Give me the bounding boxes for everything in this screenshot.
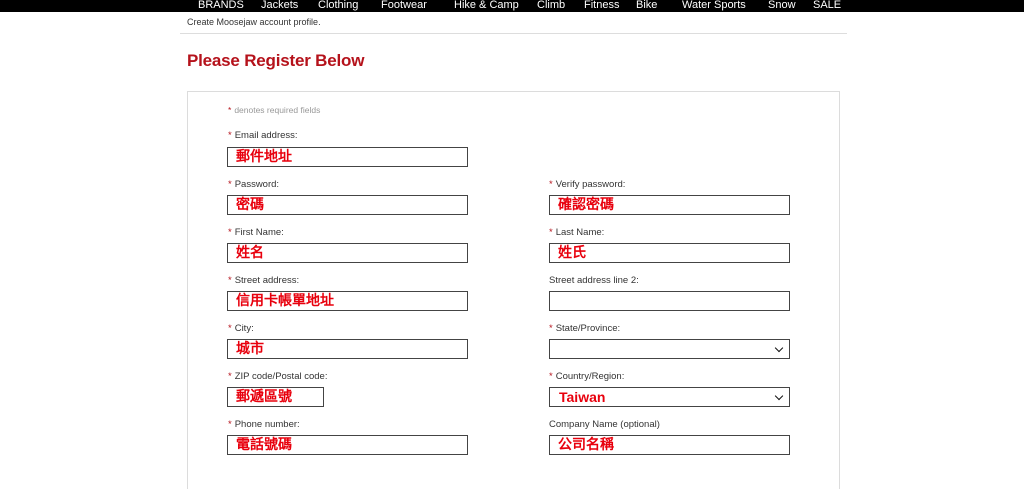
state-province-label: * State/Province: [549,323,620,334]
country-region-label-text: Country/Region: [555,371,625,382]
street-address-field[interactable] [227,291,468,311]
company-name-field[interactable] [549,435,790,455]
state-province-select[interactable] [549,339,790,359]
country-region-select[interactable]: Taiwan [549,387,790,407]
verify-password-label: * Verify password: [549,179,625,190]
zip-code-field[interactable] [227,387,324,407]
email-label-text: Email address: [234,130,298,141]
required-fields-note: * denotes required fields [228,105,320,115]
nav-clothing[interactable]: Clothing [318,0,358,11]
last-name-label-text: Last Name: [555,227,605,238]
header-divider [180,33,847,34]
first-name-label: * First Name: [228,227,284,238]
first-name-label-text: First Name: [234,227,284,238]
zip-code-label-text: ZIP code/Postal code: [234,371,328,382]
nav-hike-camp[interactable]: Hike & Camp [454,0,519,11]
email-label: * Email address: [228,130,298,141]
required-star: * [228,275,232,286]
nav-sale[interactable]: SALE [813,0,841,11]
state-province-label-text: State/Province: [555,323,621,334]
password-label: * Password: [228,179,279,190]
country-region-label: * Country/Region: [549,371,624,382]
verify-password-field[interactable] [549,195,790,215]
required-star: * [228,371,232,382]
nav-brands[interactable]: BRANDS [198,0,244,11]
required-star: * [228,323,232,334]
street-address-label: * Street address: [228,275,299,286]
nav-jackets[interactable]: Jackets [261,0,298,11]
phone-number-field[interactable] [227,435,468,455]
required-star: * [228,105,232,115]
required-note-text: denotes required fields [234,105,321,115]
street-address-2-label: Street address line 2: [549,275,639,286]
required-star: * [228,179,232,190]
city-field[interactable] [227,339,468,359]
breadcrumb: Create Moosejaw account profile. [187,17,321,27]
email-field[interactable] [227,147,468,167]
zip-code-label: * ZIP code/Postal code: [228,371,327,382]
required-star: * [228,130,232,141]
nav-snow[interactable]: Snow [768,0,796,11]
required-star: * [549,371,553,382]
required-star: * [549,323,553,334]
city-label-text: City: [234,323,254,334]
required-star: * [228,419,232,430]
nav-bike[interactable]: Bike [636,0,657,11]
required-star: * [228,227,232,238]
street-address-label-text: Street address: [234,275,300,286]
required-star: * [549,179,553,190]
top-nav-bar: BRANDS Jackets Clothing Footwear Hike & … [0,0,1024,12]
nav-water-sports[interactable]: Water Sports [682,0,746,11]
phone-number-label-text: Phone number: [234,419,300,430]
password-label-text: Password: [234,179,280,190]
nav-fitness[interactable]: Fitness [584,0,619,11]
street-address-2-field[interactable] [549,291,790,311]
last-name-label: * Last Name: [549,227,604,238]
password-field[interactable] [227,195,468,215]
city-label: * City: [228,323,254,334]
nav-footwear[interactable]: Footwear [381,0,427,11]
page-title: Please Register Below [187,51,365,70]
last-name-field[interactable] [549,243,790,263]
required-star: * [549,227,553,238]
phone-number-label: * Phone number: [228,419,300,430]
verify-password-label-text: Verify password: [555,179,626,190]
nav-climb[interactable]: Climb [537,0,565,11]
first-name-field[interactable] [227,243,468,263]
company-name-label: Company Name (optional) [549,419,660,430]
